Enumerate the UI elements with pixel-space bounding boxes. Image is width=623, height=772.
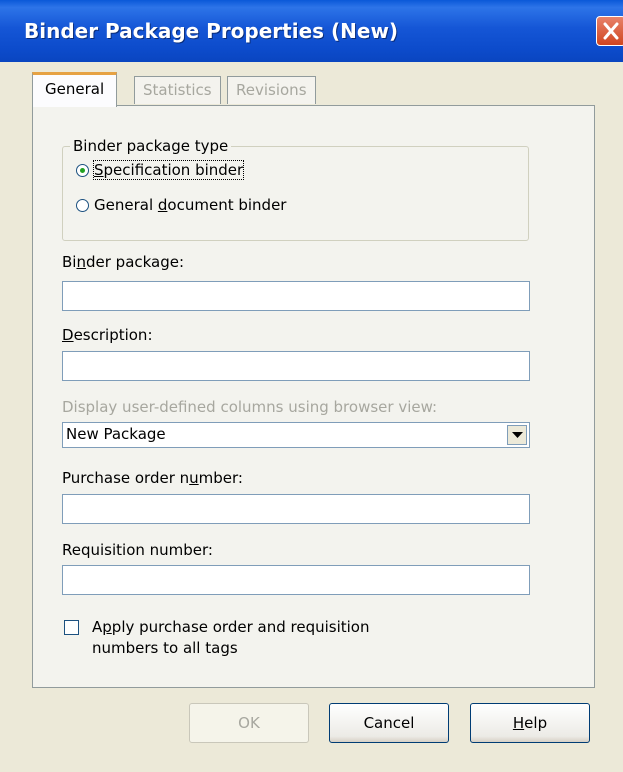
- radio-circle[interactable]: [76, 163, 89, 177]
- ok-button[interactable]: OK: [189, 703, 309, 743]
- browser-view-select[interactable]: New Package: [62, 422, 530, 448]
- binder-package-label: Binder package:: [62, 253, 185, 271]
- tab-panel-general: Binder package type Specification binder…: [32, 105, 595, 688]
- radio-label: Specification binder: [92, 160, 245, 180]
- binder-type-legend: Binder package type: [70, 137, 232, 155]
- tab-revisions[interactable]: Revisions: [227, 76, 316, 104]
- requisition-input[interactable]: [62, 565, 530, 595]
- description-label: Description:: [62, 326, 153, 344]
- dropdown-button[interactable]: [507, 425, 527, 445]
- tab-statistics[interactable]: Statistics: [134, 76, 221, 104]
- radio-general-document-binder[interactable]: General document binder: [76, 194, 286, 216]
- requisition-label: Requisition number:: [62, 541, 213, 559]
- help-button[interactable]: Help: [470, 703, 590, 743]
- apply-numbers-label[interactable]: Apply purchase order and requisition numb…: [92, 617, 422, 659]
- cancel-button[interactable]: Cancel: [329, 703, 449, 743]
- close-icon: [603, 22, 619, 40]
- apply-numbers-checkbox[interactable]: [64, 620, 79, 635]
- binder-package-input[interactable]: [62, 281, 530, 311]
- radio-circle[interactable]: [76, 198, 89, 212]
- description-input[interactable]: [62, 351, 530, 381]
- purchase-order-input[interactable]: [62, 494, 530, 524]
- radio-selected-dot: [80, 167, 85, 173]
- tab-general[interactable]: General: [32, 72, 118, 107]
- purchase-order-label: Purchase order number:: [62, 469, 243, 487]
- radio-specification-binder[interactable]: Specification binder: [76, 159, 245, 181]
- close-button[interactable]: [596, 16, 623, 46]
- radio-label: General document binder: [94, 196, 287, 214]
- binder-type-group: Binder package type Specification binder…: [62, 137, 529, 241]
- browser-view-value: New Package: [66, 425, 166, 443]
- tab-strip: General Statistics Revisions: [32, 72, 592, 107]
- browser-view-label: Display user-defined columns using brows…: [62, 398, 438, 416]
- chevron-down-icon: [512, 432, 523, 438]
- title-bar[interactable]: Binder Package Properties (New): [0, 0, 623, 62]
- window-title: Binder Package Properties (New): [24, 19, 399, 43]
